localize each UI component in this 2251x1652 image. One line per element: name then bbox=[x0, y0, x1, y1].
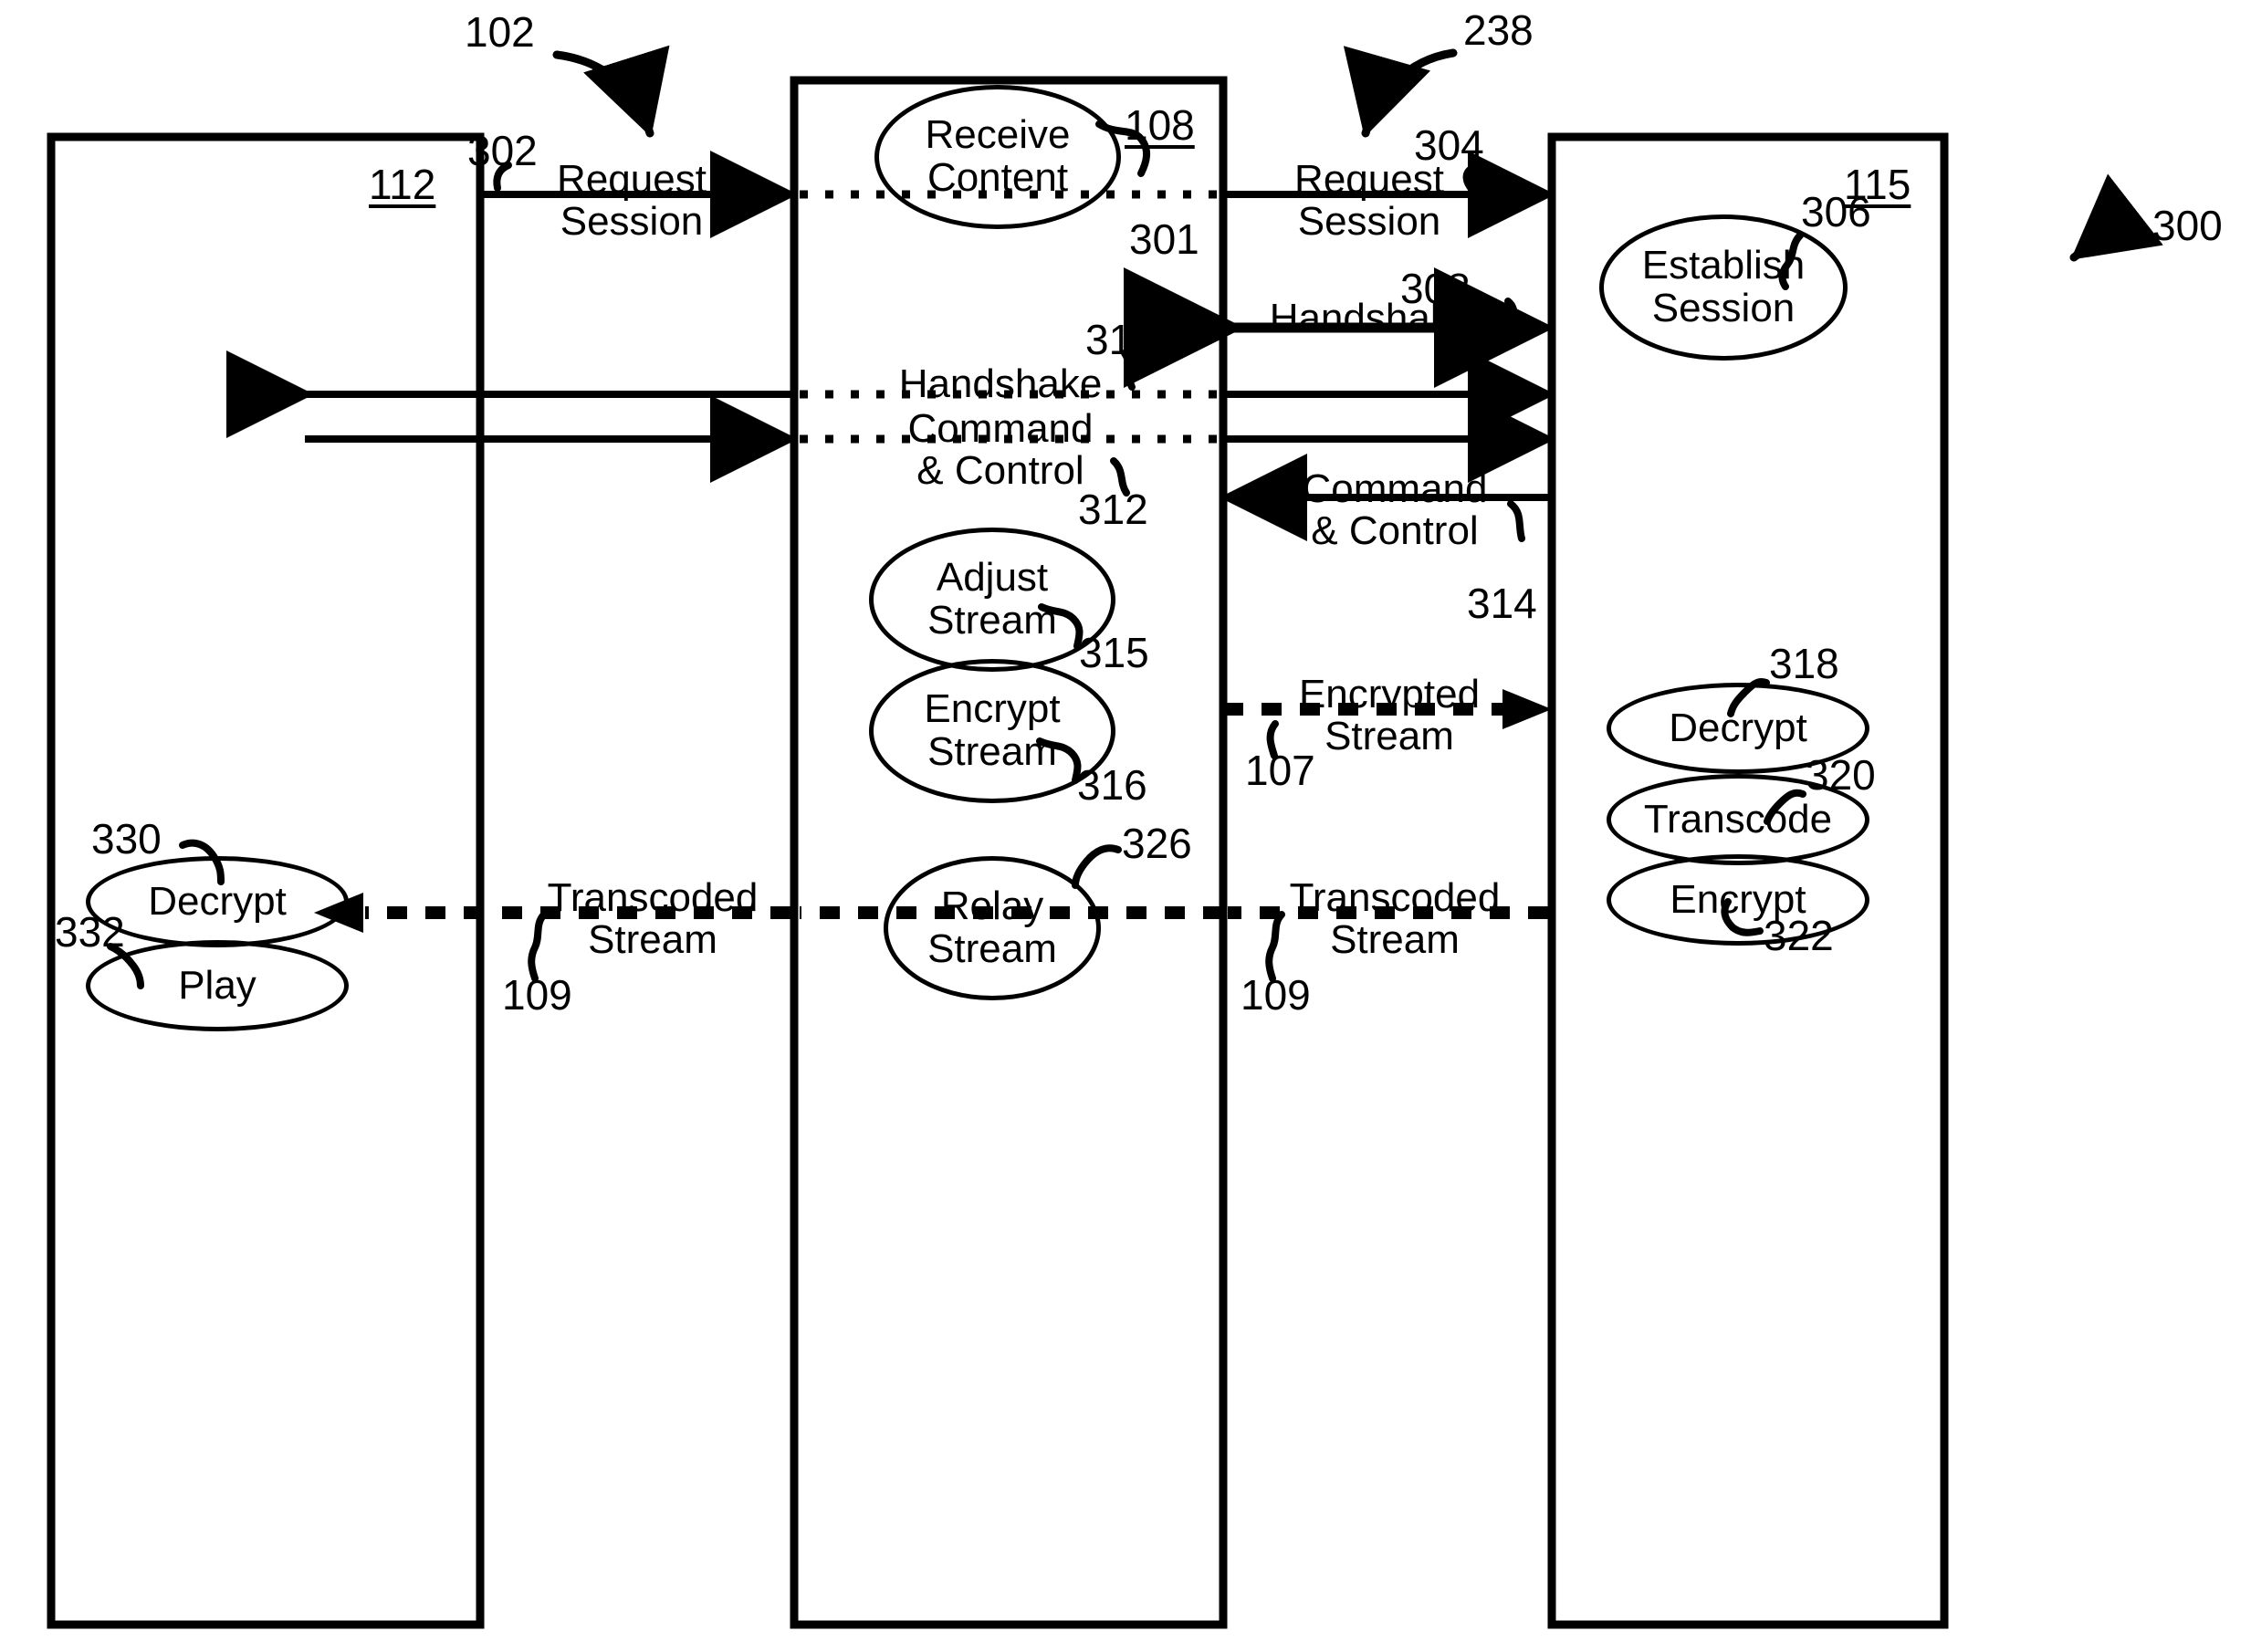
node-ref-326: 326 bbox=[1122, 820, 1192, 867]
msg-label-command-control-reverse: Command & Control bbox=[1302, 466, 1488, 553]
msg-ref-312: 312 bbox=[1078, 486, 1148, 533]
node-decrypt-client-label: Decrypt bbox=[148, 878, 287, 924]
node-encrypt-stream-label: Encrypt Stream bbox=[924, 686, 1061, 774]
msg-ref-109b: 109 bbox=[1241, 971, 1311, 1019]
msg-label-transcoded-stream-left: Transcoded Stream bbox=[547, 875, 759, 962]
node-ref-330: 330 bbox=[91, 815, 162, 863]
msg-ref-304: 304 bbox=[1414, 121, 1484, 169]
node-establish-session-label: Establish Session bbox=[1641, 243, 1806, 330]
msg-ref-302: 302 bbox=[467, 127, 538, 174]
node-relay-stream-label: Relay Stream bbox=[927, 884, 1057, 971]
node-transcode-label: Transcode bbox=[1643, 796, 1833, 842]
msg-label-command-control-forward: Command & Control bbox=[907, 406, 1094, 493]
msg-label-request-session-left: Request Session bbox=[557, 157, 707, 244]
msg-ref-107: 107 bbox=[1245, 747, 1315, 794]
column-ref-client: 112 bbox=[369, 161, 436, 208]
node-receive-content-label: Receive Content bbox=[925, 112, 1071, 200]
msg-label-transcoded-stream-right: Transcoded Stream bbox=[1289, 875, 1501, 962]
msg-label-request-session-right: Request Session bbox=[1294, 157, 1444, 244]
msg-ref-314: 314 bbox=[1467, 580, 1537, 627]
column-ref-relay: 108 bbox=[1125, 101, 1195, 149]
callout-ref-300: 300 bbox=[2152, 202, 2223, 249]
node-ref-306: 306 bbox=[1801, 188, 1871, 235]
msg-ref-308: 308 bbox=[1400, 265, 1471, 312]
node-receive-content[interactable]: Receive Content bbox=[874, 85, 1121, 229]
node-ref-332: 332 bbox=[55, 908, 125, 956]
msg-label-handshake-through: Handshake bbox=[898, 361, 1103, 406]
msg-label-encrypted-stream: Encrypted Stream bbox=[1298, 672, 1481, 758]
node-ref-320: 320 bbox=[1806, 751, 1876, 799]
callout-ref-102: 102 bbox=[465, 8, 535, 56]
node-play-client[interactable]: Play bbox=[86, 940, 349, 1031]
callout-ref-238: 238 bbox=[1463, 6, 1534, 54]
leader-308 bbox=[1504, 298, 1518, 329]
callout-leader-300 bbox=[2069, 173, 2163, 262]
callout-leader-102 bbox=[552, 45, 670, 138]
node-ref-318: 318 bbox=[1769, 640, 1839, 687]
msg-ref-310: 310 bbox=[1085, 316, 1156, 363]
node-establish-session[interactable]: Establish Session bbox=[1599, 214, 1848, 361]
node-relay-stream[interactable]: Relay Stream bbox=[884, 856, 1101, 1000]
node-decrypt-transcoder-label: Decrypt bbox=[1669, 705, 1807, 750]
leader-326 bbox=[1072, 844, 1122, 889]
node-ref-316: 316 bbox=[1077, 761, 1147, 809]
node-play-client-label: Play bbox=[178, 962, 257, 1008]
node-adjust-stream-label: Adjust Stream bbox=[927, 555, 1057, 643]
node-ref-322: 322 bbox=[1764, 912, 1834, 959]
node-ref-315: 315 bbox=[1079, 629, 1149, 676]
msg-ref-109a: 109 bbox=[502, 971, 572, 1019]
figure-canvas: 102 238 300 112 108 115 Receive Content … bbox=[0, 0, 2251, 1652]
node-ref-301: 301 bbox=[1129, 215, 1199, 263]
node-decrypt-client[interactable]: Decrypt bbox=[86, 856, 349, 947]
